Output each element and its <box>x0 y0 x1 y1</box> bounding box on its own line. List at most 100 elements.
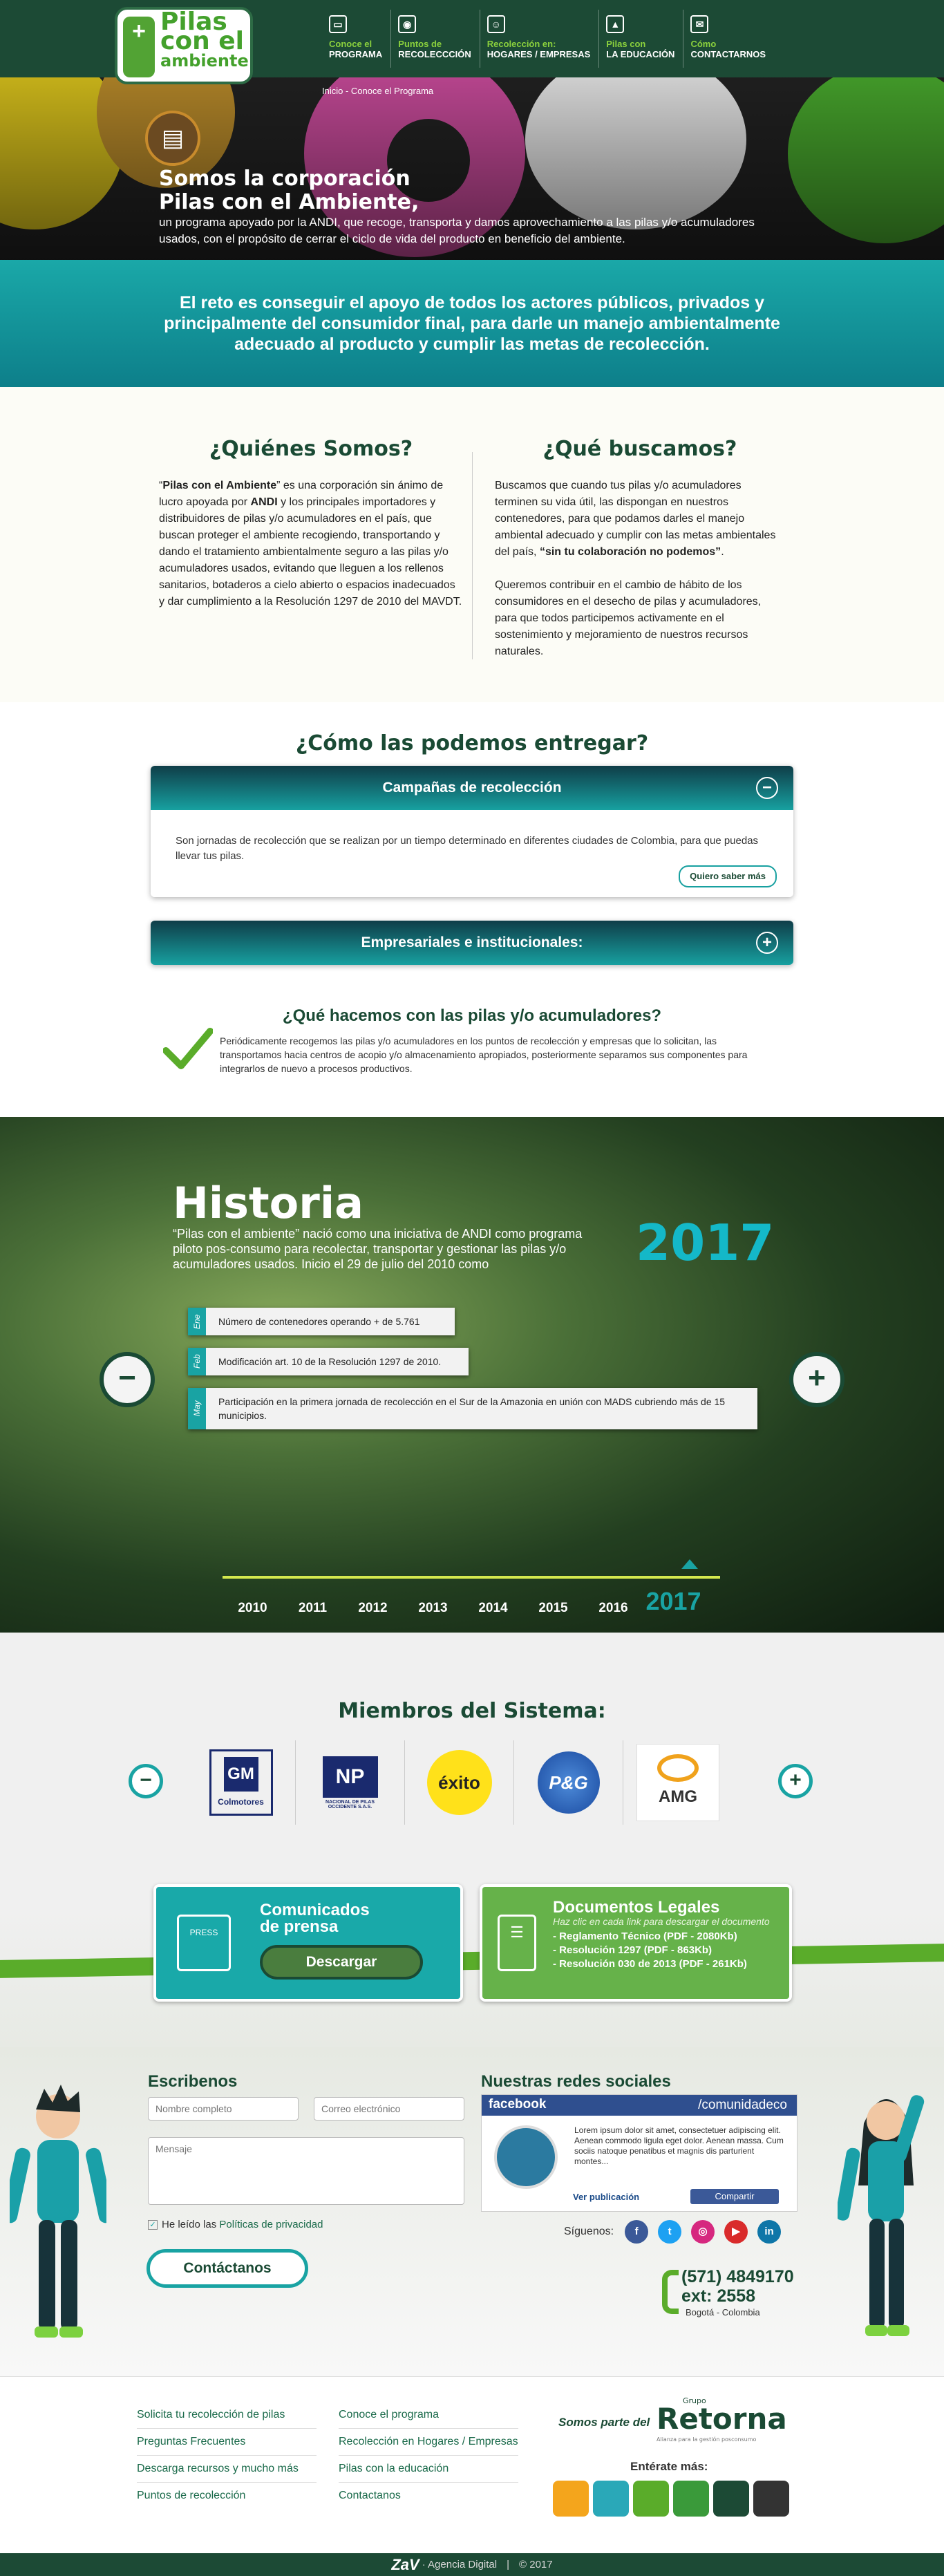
year-2015[interactable]: 2015 <box>523 1601 583 1616</box>
footer-link[interactable]: Preguntas Frecuentes <box>137 2429 317 2456</box>
graduation-cap-icon: ▲ <box>606 15 625 33</box>
compartir-button[interactable]: Compartir <box>690 2189 779 2204</box>
footer-link[interactable]: Pilas con la educación <box>339 2456 518 2483</box>
retorna-logo[interactable]: Grupo Retorna Alianza para la gestión po… <box>657 2396 787 2443</box>
nav-item-programa[interactable]: ▭ Conoce el PROGRAMA <box>322 10 390 68</box>
member-logo-exito[interactable]: éxito <box>405 1740 514 1825</box>
event-month: Feb <box>188 1348 206 1375</box>
instagram-icon[interactable]: ◎ <box>691 2220 715 2244</box>
year-2012[interactable]: 2012 <box>343 1601 403 1616</box>
event-month: May <box>188 1388 206 1429</box>
partner-app-icon[interactable] <box>553 2481 589 2517</box>
nav-item-educacion[interactable]: ▲ Pilas con LA EDUCACIÓN <box>598 10 683 68</box>
contactanos-button[interactable]: Contáctanos <box>147 2249 308 2288</box>
year-2014[interactable]: 2014 <box>463 1601 523 1616</box>
doc-link-reglamento[interactable]: - Reglamento Técnico (PDF - 2080Kb) <box>553 1930 788 1944</box>
youtube-icon[interactable]: ▶ <box>724 2220 748 2244</box>
buscamos-title: ¿Qué buscamos? <box>542 437 737 461</box>
message-textarea[interactable] <box>148 2137 464 2205</box>
partner-app-icon[interactable] <box>633 2481 669 2517</box>
historia-next-button[interactable]: + <box>789 1352 844 1407</box>
quiero-saber-mas-button[interactable]: Quiero saber más <box>679 865 777 887</box>
documentos-card: ☰ Documentos Legales Haz clic en cada li… <box>480 1884 792 2002</box>
timeline-bar <box>223 1576 720 1579</box>
about-section: ¿Quiénes Somos? “Pilas con el Ambiente” … <box>0 387 944 702</box>
linkedin-icon[interactable]: in <box>757 2220 782 2244</box>
collapse-icon[interactable]: − <box>756 777 778 799</box>
partner-app-icon[interactable] <box>753 2481 789 2517</box>
accordion-header-empresariales[interactable]: Empresariales e institucionales: + <box>151 921 793 965</box>
amg-swirl-icon <box>657 1754 699 1782</box>
doc-link-resolucion-1297[interactable]: - Resolución 1297 (PDF - 863Kb) <box>553 1944 788 1957</box>
nav-item-puntos[interactable]: ◉ Puntos de RECOLECCCIÓN <box>390 10 479 68</box>
facebook-icon[interactable]: f <box>625 2220 649 2244</box>
column-divider <box>472 452 473 659</box>
member-logo-gm[interactable]: GM Colmotores <box>187 1740 296 1825</box>
accordion-header-campanas[interactable]: Campañas de recolección − <box>151 766 793 810</box>
hacemos-text: Periódicamente recogemos las pilas y/o a… <box>220 1035 748 1074</box>
timeline-years: 2010 2011 2012 2013 2014 2015 2016 2017 <box>223 1587 748 1616</box>
facebook-post-text: Lorem ipsum dolor sit amet, consectetuer… <box>574 2125 784 2166</box>
footer-link[interactable]: Contactanos <box>339 2483 518 2509</box>
site-footer: Solicita tu recolección de pilas Pregunt… <box>0 2376 944 2553</box>
partner-app-icon[interactable] <box>593 2481 629 2517</box>
partner-apps <box>553 2481 793 2517</box>
historia-text: “Pilas con el ambiente” nació como una i… <box>173 1227 583 1271</box>
zav-logo[interactable]: ZaV <box>391 2556 419 2574</box>
member-logo-pg[interactable]: P&G <box>514 1740 623 1825</box>
privacy-policy-link[interactable]: Políticas de privacidad <box>219 2219 323 2230</box>
breadcrumb-home[interactable]: Inicio <box>322 86 343 96</box>
envelope-icon: ✉ <box>690 15 709 33</box>
nav-label-top: Recolección en: <box>487 39 556 49</box>
miembros-section: Miembros del Sistema: − GM Colmotores NP… <box>0 1633 944 1909</box>
email-input[interactable] <box>314 2097 464 2121</box>
footer-link[interactable]: Conoce el programa <box>339 2402 518 2429</box>
social-links: Síguenos: f t ◎ ▶ in <box>564 2220 791 2244</box>
nav-label-top: Cómo <box>690 39 717 49</box>
press-icon: PRESS <box>177 1915 231 1971</box>
historia-prev-button[interactable]: − <box>100 1352 155 1407</box>
footer-col-1: Solicita tu recolección de pilas Pregunt… <box>137 2402 317 2509</box>
footer-link[interactable]: Recolección en Hogares / Empresas <box>339 2429 518 2456</box>
miembros-next-button[interactable]: + <box>778 1764 813 1798</box>
miembros-prev-button[interactable]: − <box>129 1764 163 1798</box>
privacy-checkbox[interactable]: ✓ <box>148 2220 158 2230</box>
pilas-logo[interactable]: + Pilas con el ambiente <box>115 7 253 84</box>
hero-title: Somos la corporación Pilas con el Ambien… <box>159 167 419 214</box>
year-2013[interactable]: 2013 <box>403 1601 463 1616</box>
phone-number[interactable]: (571) 4849170 <box>681 2267 794 2287</box>
entregar-section: ¿Cómo las podemos entregar? Campañas de … <box>0 702 944 1117</box>
nav-label-top: Puntos de <box>398 39 442 49</box>
footer-link[interactable]: Descarga recursos y mucho más <box>137 2456 317 2483</box>
nav-label-main: CONTACTARNOS <box>690 49 766 59</box>
year-2010[interactable]: 2010 <box>223 1601 283 1616</box>
historia-title: Historia <box>173 1178 364 1228</box>
checkmark-icon <box>163 1028 213 1069</box>
expand-icon[interactable]: + <box>756 932 778 954</box>
year-2017[interactable]: 2017 <box>643 1587 704 1616</box>
member-logo-nacional-pilas[interactable]: NP NACIONAL DE PILAS OCCIDENTE S.A.S. <box>296 1740 405 1825</box>
year-2016[interactable]: 2016 <box>583 1601 643 1616</box>
ver-publicacion-link[interactable]: Ver publicación <box>573 2192 639 2202</box>
name-input[interactable] <box>148 2097 299 2121</box>
year-2011[interactable]: 2011 <box>283 1601 343 1616</box>
privacy-consent: ✓ He leído las Políticas de privacidad <box>148 2219 323 2230</box>
history-event: Ene Número de contenedores operando + de… <box>188 1308 455 1335</box>
nav-item-hogares[interactable]: ☺ Recolección en: HOGARES / EMPRESAS <box>479 10 599 68</box>
location-icon: ◉ <box>398 15 417 33</box>
footer-link[interactable]: Solicita tu recolección de pilas <box>137 2402 317 2429</box>
partner-app-icon[interactable] <box>713 2481 749 2517</box>
green-stripe <box>0 1944 944 1978</box>
buscamos-text-2: Queremos contribuir en el cambio de hábi… <box>495 579 762 657</box>
twitter-icon[interactable]: t <box>658 2220 682 2244</box>
historia-section: Historia “Pilas con el ambiente” nació c… <box>0 1117 944 1633</box>
nav-item-contacto[interactable]: ✉ Cómo CONTACTARNOS <box>683 10 774 68</box>
entregar-title: ¿Cómo las podemos entregar? <box>295 731 649 755</box>
doc-link-resolucion-030[interactable]: - Resolución 030 de 2013 (PDF - 261Kb) <box>553 1957 788 1971</box>
mascot-male <box>10 2085 106 2338</box>
member-logo-amg[interactable]: AMG <box>623 1740 733 1825</box>
partner-app-icon[interactable] <box>673 2481 709 2517</box>
descargar-button[interactable]: Descargar <box>260 1945 423 1980</box>
footer-link[interactable]: Puntos de recolección <box>137 2483 317 2509</box>
facebook-page[interactable]: /comunidadeco <box>698 2098 787 2113</box>
